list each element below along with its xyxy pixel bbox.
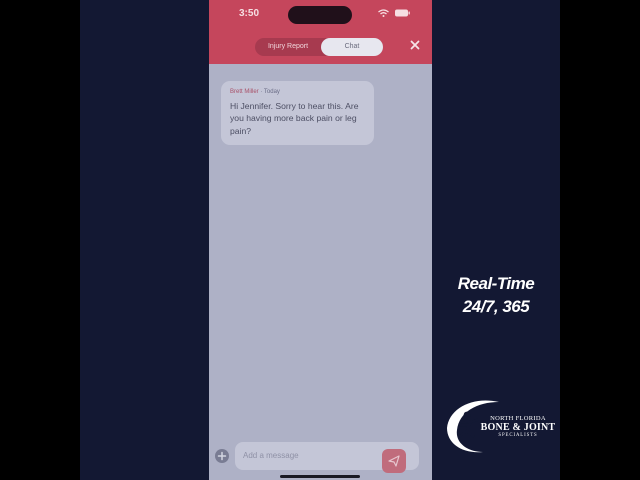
message-bubble: Brett Miller · Today Hi Jennifer. Sorry … [221,81,374,145]
tagline-line2: 24/7, 365 [462,297,530,316]
send-button[interactable] [382,449,406,473]
home-indicator [280,475,360,478]
practice-logo: NORTH FLORIDA BONE & JOINT SPECIALISTS [480,415,556,438]
message-sender: Brett Miller [230,89,259,95]
dynamic-island [288,6,352,24]
composer-bar: Add a message [209,438,432,480]
battery-icon [395,9,410,17]
tab-injury-report[interactable]: Injury Report [255,38,321,56]
message-text: Hi Jennifer. Sorry to hear this. Are you… [230,101,359,136]
plus-icon [217,451,227,461]
status-icons [378,9,410,17]
tab-chat[interactable]: Chat [321,38,383,56]
segmented-control: Injury Report Chat [255,38,383,56]
wifi-icon [378,9,389,17]
message-time: Today [263,89,280,95]
close-icon[interactable] [410,40,420,50]
add-attachment-button[interactable] [215,449,229,463]
send-icon [388,455,400,467]
message-input-placeholder: Add a message [243,451,299,460]
phone-screen: 3:50 Injury Report Chat Brett Miller · T… [209,0,432,480]
message-input[interactable]: Add a message [235,442,419,473]
logo-line2: BONE & JOINT [480,422,556,433]
chat-header: 3:50 Injury Report Chat [209,0,432,64]
message-list[interactable]: Brett Miller · Today Hi Jennifer. Sorry … [209,64,432,438]
promo-tagline: Real-Time 24/7, 365 [440,272,552,318]
tagline-line1: Real-Time [457,274,535,293]
logo-line1: NORTH FLORIDA [490,415,546,422]
message-meta: Brett Miller · Today [230,89,280,95]
logo-line3: SPECIALISTS [498,433,538,438]
status-time: 3:50 [239,8,260,19]
